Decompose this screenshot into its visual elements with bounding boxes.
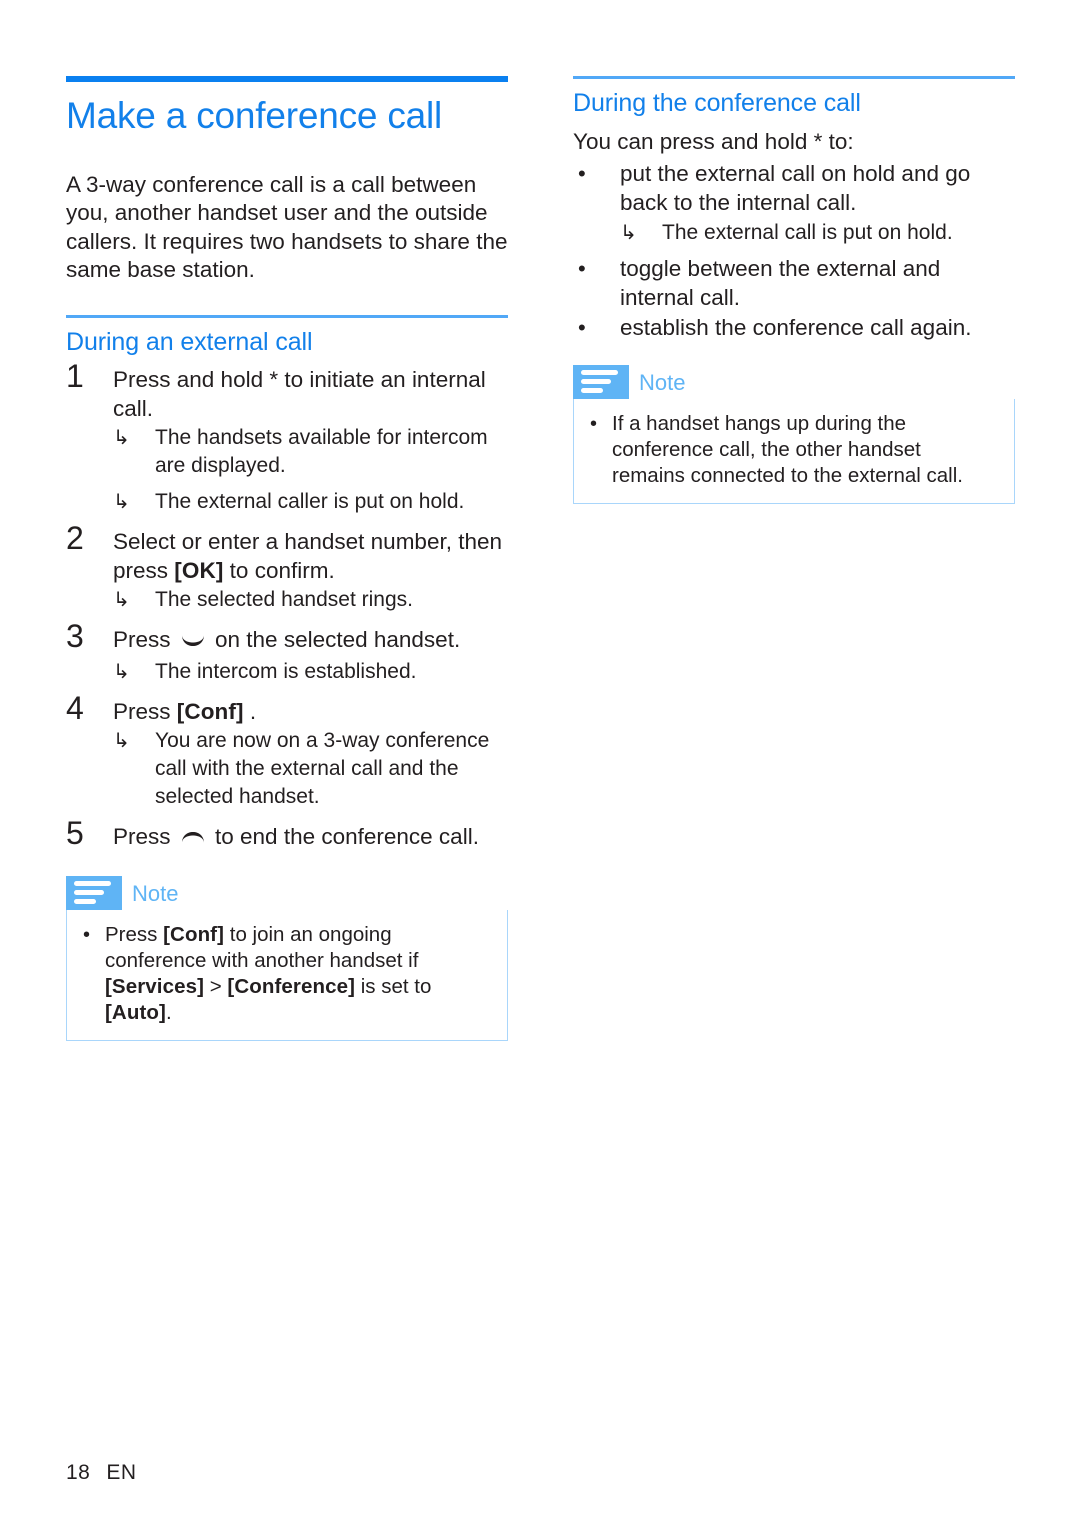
- result-text: The handsets available for intercom are …: [155, 426, 488, 478]
- note-icon: [66, 875, 122, 910]
- step-text: Press to end the conference call.: [113, 823, 508, 854]
- bullet-icon: •: [83, 923, 91, 946]
- step-text: Press on the selected handset.: [113, 626, 508, 657]
- result-arrow-icon: ↳: [113, 427, 130, 450]
- bullet-icon: •: [578, 256, 586, 282]
- result-line: ↳ The selected handset rings.: [113, 586, 508, 614]
- note-seg-1: Press: [105, 922, 164, 946]
- step-1: 1 Press and hold * to initiate an intern…: [66, 360, 508, 516]
- result-arrow-icon: ↳: [620, 222, 637, 245]
- note-label: Note: [639, 369, 686, 395]
- section-heading-during-external-call: During an external call: [66, 327, 313, 356]
- result-line: ↳ The external caller is put on hold.: [113, 488, 508, 516]
- step-text: Press [Conf] .: [113, 698, 508, 727]
- bullet-icon: •: [578, 161, 586, 187]
- section-heading-during-conference-call: During the conference call: [573, 89, 861, 117]
- note-box-left: Note • Press [Conf] to join an ongoing co…: [66, 875, 508, 1041]
- note-seg-3: >: [204, 974, 228, 998]
- page-number: 18: [66, 1461, 91, 1484]
- result-text: You are now on a 3-way conference call w…: [155, 729, 490, 809]
- ui-token-conf: [Conf]: [163, 922, 225, 946]
- step-results: ↳ The selected handset rings.: [113, 586, 508, 614]
- note-box-right: Note • If a handset hangs up during the c…: [573, 364, 1015, 504]
- section-rule-conference-call: [573, 76, 1015, 79]
- note-body: • Press [Conf] to join an ongoing confere…: [66, 909, 508, 1041]
- note-icon: [573, 364, 629, 399]
- steps-list: 1 Press and hold * to initiate an intern…: [66, 360, 508, 854]
- step-text-after: to confirm.: [223, 557, 335, 583]
- step-text-after: to end the conference call.: [208, 824, 479, 850]
- note-label: Note: [132, 880, 179, 906]
- bullet-item-2: • toggle between the external and intern…: [573, 255, 1015, 312]
- step-text-after: .: [243, 698, 257, 724]
- lead-paragraph: You can press and hold * to:: [573, 128, 854, 154]
- result-arrow-icon: ↳: [113, 589, 130, 612]
- bullet-text: establish the conference call again.: [620, 315, 972, 341]
- result-text: The selected handset rings.: [155, 588, 413, 612]
- step-number: 1: [66, 358, 84, 395]
- note-seg-5: .: [165, 1000, 172, 1024]
- bullet-list: • put the external call on hold and go b…: [573, 160, 1015, 343]
- ui-token-conf: [Conf]: [176, 698, 244, 724]
- section-rule-external-call: [66, 314, 508, 318]
- step-number: 4: [66, 689, 84, 726]
- manual-page: Make a conference call A 3-way conferenc…: [0, 0, 1080, 1527]
- bullet-item-1: • put the external call on hold and go b…: [573, 160, 1015, 247]
- bullet-icon: •: [578, 315, 586, 341]
- page-title: Make a conference call: [66, 95, 443, 136]
- result-text: The external call is put on hold.: [662, 221, 953, 245]
- step-5: 5 Press to end the conference call.: [66, 817, 508, 854]
- note-item: • If a handset hangs up during the confer…: [586, 411, 998, 489]
- step-results: ↳ The intercom is established.: [113, 658, 508, 686]
- step-number: 2: [66, 520, 84, 557]
- step-text-after: on the selected handset.: [208, 627, 461, 653]
- result-arrow-icon: ↳: [113, 730, 130, 753]
- bullet-results: ↳ The external call is put on hold.: [620, 219, 1015, 247]
- step-number: 3: [66, 618, 84, 655]
- step-results: ↳ The handsets available for intercom ar…: [113, 424, 508, 516]
- step-results: ↳ You are now on a 3-way conference call…: [113, 727, 508, 811]
- result-line: ↳ The intercom is established.: [113, 658, 508, 686]
- title-rule: [66, 76, 508, 82]
- note-item: • Press [Conf] to join an ongoing confere…: [79, 922, 491, 1026]
- ui-token-conference: [Conference]: [227, 974, 356, 998]
- right-column: During the conference call You can press…: [573, 76, 1015, 504]
- bullet-text: toggle between the external and internal…: [620, 256, 941, 310]
- end-call-icon: [180, 825, 206, 854]
- intro-paragraph: A 3-way conference call is a call betwee…: [66, 171, 508, 283]
- ui-token-auto: [Auto]: [105, 1000, 166, 1024]
- note-header: Note: [66, 875, 508, 910]
- result-arrow-icon: ↳: [113, 660, 130, 683]
- step-text-before: Press: [113, 824, 177, 850]
- ui-token-ok: [OK]: [174, 557, 224, 583]
- step-2: 2 Select or enter a handset number, then…: [66, 522, 508, 614]
- result-line: ↳ The external call is put on hold.: [620, 219, 1015, 247]
- note-header: Note: [573, 364, 1015, 399]
- note-seg-4: is set to: [355, 974, 432, 998]
- step-number: 5: [66, 815, 84, 852]
- ui-token-services: [Services]: [105, 974, 205, 998]
- step-text: Press and hold * to initiate an internal…: [113, 367, 486, 421]
- bullet-text: put the external call on hold and go bac…: [620, 161, 971, 215]
- step-4: 4 Press [Conf] . ↳ You are now on a 3-wa…: [66, 692, 508, 812]
- language-code: EN: [106, 1461, 137, 1484]
- step-text-before: Press: [113, 698, 177, 724]
- result-line: ↳ The handsets available for intercom ar…: [113, 424, 508, 480]
- result-line: ↳ You are now on a 3-way conference call…: [113, 727, 508, 811]
- step-text: Select or enter a handset number, then p…: [113, 528, 508, 585]
- answer-call-icon: [180, 628, 206, 657]
- page-footer: 18 EN: [66, 1461, 137, 1485]
- result-text: The intercom is established.: [155, 659, 417, 683]
- result-arrow-icon: ↳: [113, 491, 130, 514]
- bullet-item-3: • establish the conference call again.: [573, 314, 1015, 343]
- note-body: • If a handset hangs up during the confer…: [573, 398, 1015, 504]
- note-item-text: If a handset hangs up during the confere…: [612, 411, 963, 487]
- result-text: The external caller is put on hold.: [155, 490, 465, 514]
- step-text-before: Press: [113, 627, 177, 653]
- bullet-icon: •: [590, 412, 598, 435]
- left-column: Make a conference call A 3-way conferenc…: [66, 76, 508, 1041]
- step-3: 3 Press on the selected handset. ↳ The i…: [66, 620, 508, 686]
